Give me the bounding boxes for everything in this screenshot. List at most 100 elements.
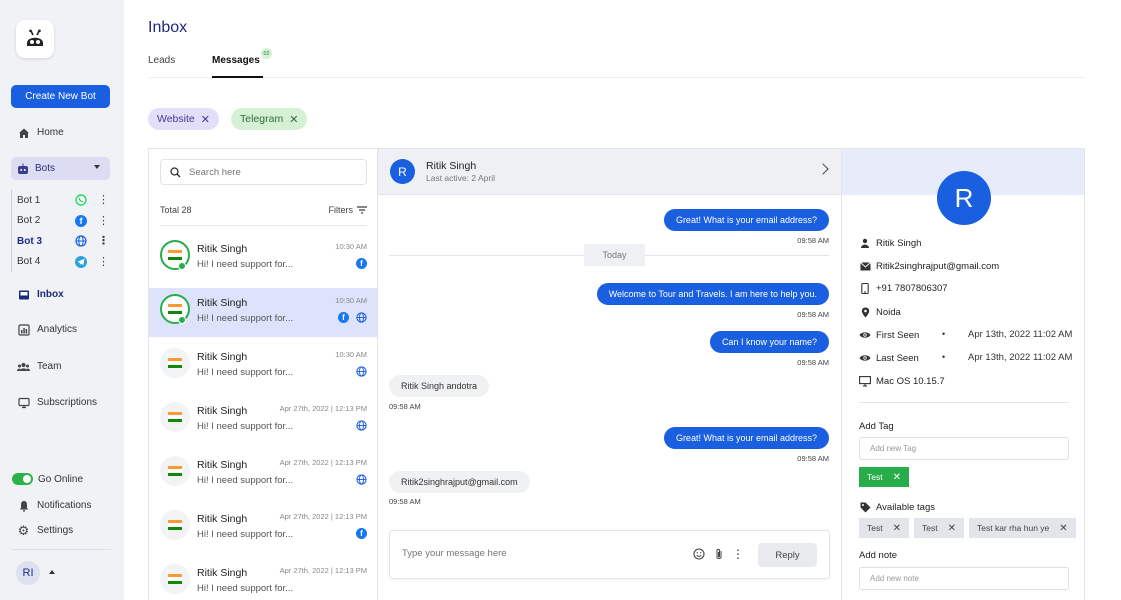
telegram-icon — [75, 255, 87, 268]
facebook-icon: f — [75, 214, 87, 227]
conversation-item[interactable]: Ritik Singh Hi! I need support for... 10… — [149, 342, 377, 391]
bot-item-3[interactable]: Bot 3 ⋮ — [12, 231, 111, 252]
nav-bots[interactable]: Bots — [11, 157, 110, 180]
bot-menu-icon[interactable]: ⋮ — [98, 193, 109, 207]
separator-dot: • — [942, 329, 946, 339]
nav-settings[interactable]: ⚙ Settings — [17, 522, 74, 538]
contact-avatar — [160, 348, 190, 378]
nav-team[interactable]: Team — [17, 360, 61, 373]
close-icon[interactable]: ✕ — [289, 113, 298, 126]
tab-messages[interactable]: Messages — [212, 55, 260, 66]
filter-chip-label: Website — [157, 113, 195, 125]
whatsapp-icon — [75, 194, 87, 206]
filter-chip-telegram[interactable]: Telegram ✕ — [231, 108, 308, 130]
search-box[interactable] — [160, 159, 367, 185]
contact-name: Ritik Singh — [197, 459, 248, 471]
bot-menu-icon[interactable]: ⋮ — [98, 214, 109, 228]
nav-settings-label: Settings — [37, 525, 74, 536]
close-icon[interactable]: ✕ — [201, 113, 210, 126]
bot-icon — [17, 163, 29, 175]
go-online-toggle[interactable]: Go Online — [12, 473, 83, 485]
nav-notifications[interactable]: Notifications — [17, 499, 91, 512]
bot-item-2[interactable]: Bot 2 f ⋮ — [12, 211, 111, 232]
search-input[interactable] — [189, 166, 349, 178]
page-title: Inbox — [148, 19, 188, 36]
chevron-up-icon[interactable] — [49, 570, 55, 574]
eye-icon — [859, 352, 871, 364]
person-icon — [859, 237, 871, 249]
bell-icon — [17, 499, 30, 512]
divider — [859, 402, 1069, 403]
chat-contact-name: Ritik Singh — [426, 160, 477, 172]
app-logo[interactable] — [16, 20, 54, 58]
bot-item-4[interactable]: Bot 4 ⋮ — [12, 252, 111, 273]
attachment-icon[interactable] — [712, 547, 726, 561]
online-switch[interactable] — [12, 473, 33, 485]
emoji-icon[interactable] — [692, 547, 706, 561]
message-input[interactable] — [402, 548, 672, 559]
bot-item-label: Bot 4 — [17, 256, 41, 268]
gear-icon: ⚙ — [17, 522, 30, 538]
conversation-item[interactable]: Ritik Singh Hi! I need support for... Ap… — [149, 558, 377, 600]
india-flag-icon — [168, 358, 182, 368]
add-note-input[interactable] — [859, 567, 1069, 590]
more-options-icon[interactable]: ⋮ — [731, 547, 745, 561]
facebook-icon: f — [338, 312, 349, 323]
available-tag[interactable]: Test ✕ — [859, 518, 909, 538]
facebook-icon: f — [356, 258, 367, 269]
incoming-message: Ritik2singhrajput@gmail.com — [389, 471, 530, 493]
close-icon[interactable]: ✕ — [893, 523, 901, 534]
india-flag-icon — [168, 250, 182, 260]
tabs-divider — [148, 77, 1085, 78]
nav-subscriptions-label: Subscriptions — [37, 397, 98, 408]
message-time: 10:30 AM — [335, 296, 367, 305]
nav-home[interactable]: Home — [17, 126, 64, 139]
filter-chip-website[interactable]: Website ✕ — [148, 108, 219, 130]
tag-label: Test — [922, 523, 938, 533]
conversation-item[interactable]: Ritik Singh Hi! I need support for... Ap… — [149, 450, 377, 499]
available-tags-label: Available tags — [876, 501, 935, 513]
available-tag[interactable]: Test kar rha hun ye ✕ — [969, 518, 1076, 538]
outgoing-message: Great! What is your email address? — [663, 427, 829, 449]
incoming-message: Ritik Singh andotra — [389, 375, 490, 397]
message-preview: Hi! I need support for... — [197, 475, 294, 486]
message-time: 09:58 AM — [797, 310, 829, 319]
contact-email: Ritik2singhrajput@gmail.com — [876, 260, 1000, 272]
nav-inbox[interactable]: Inbox — [17, 288, 64, 301]
subscriptions-icon — [17, 396, 30, 409]
nav-subscriptions[interactable]: Subscriptions — [17, 396, 97, 409]
message-time: Apr 27th, 2022 | 12:13 PM — [279, 566, 367, 575]
device-os: Mac OS 10.15.7 — [876, 375, 945, 387]
chevron-right-icon[interactable] — [817, 163, 829, 175]
close-icon[interactable]: ✕ — [948, 523, 956, 534]
search-icon — [170, 166, 181, 177]
message-time: 09:58 AM — [389, 402, 421, 411]
divider — [160, 225, 367, 226]
conversation-item[interactable]: Ritik Singh Hi! I need support for... Ap… — [149, 396, 377, 445]
bot-item-label: Bot 3 — [17, 235, 42, 247]
add-tag-input[interactable] — [859, 437, 1069, 460]
home-icon — [17, 126, 30, 139]
user-avatar[interactable]: RI — [16, 561, 40, 585]
bot-item-1[interactable]: Bot 1 ⋮ — [12, 190, 111, 211]
nav-analytics[interactable]: Analytics — [17, 323, 77, 336]
tab-leads[interactable]: Leads — [148, 55, 175, 66]
mail-icon — [859, 260, 871, 272]
add-tag-label: Add Tag — [859, 421, 894, 432]
filters-button[interactable]: Filters — [329, 205, 367, 215]
available-tag[interactable]: Test ✕ — [914, 518, 964, 538]
conversation-item[interactable]: Ritik Singh Hi! I need support for... Ap… — [149, 504, 377, 553]
bot-menu-icon[interactable]: ⋮ — [98, 255, 109, 269]
globe-icon — [356, 420, 367, 431]
conversation-item[interactable]: Ritik Singh Hi! I need support for... 10… — [149, 288, 377, 337]
conversation-item[interactable]: Ritik Singh Hi! I need support for... 10… — [149, 234, 377, 283]
create-new-bot-button[interactable]: Create New Bot — [11, 85, 110, 108]
close-icon[interactable]: ✕ — [893, 472, 901, 483]
reply-button[interactable]: Reply — [758, 543, 817, 567]
message-time: Apr 27th, 2022 | 12:13 PM — [279, 404, 367, 413]
close-icon[interactable]: ✕ — [1059, 523, 1067, 534]
bot-menu-icon[interactable]: ⋮ — [98, 234, 109, 248]
contact-avatar — [160, 402, 190, 432]
contact-details-panel: R Ritik Singh Ritik2singhrajput@gmail.co… — [841, 149, 1084, 600]
facebook-icon: f — [356, 528, 367, 539]
